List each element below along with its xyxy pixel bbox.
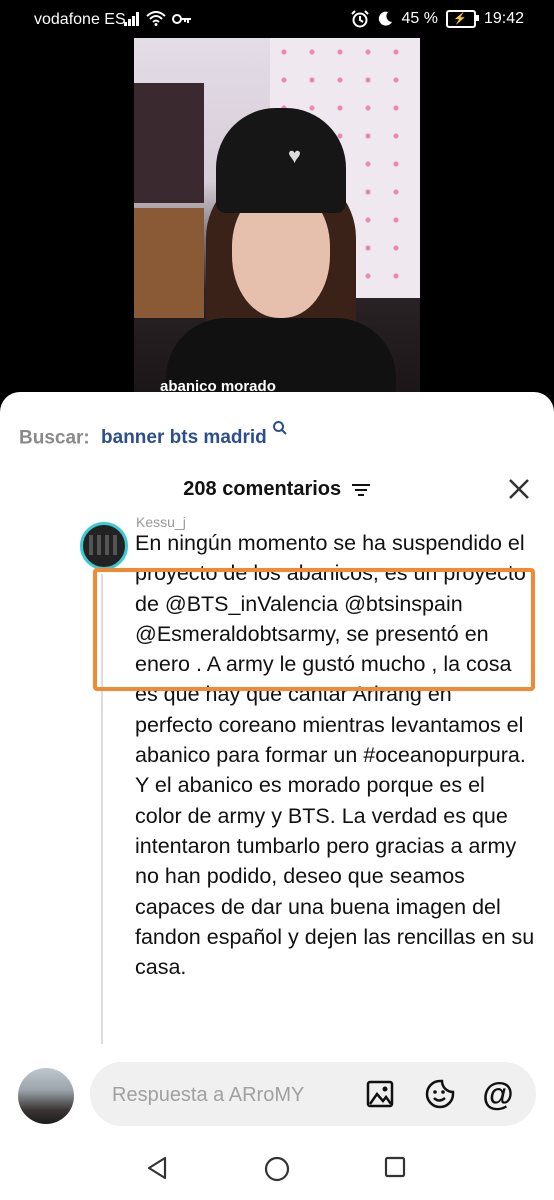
sticker-button[interactable]	[422, 1076, 458, 1112]
moon-icon	[379, 11, 393, 26]
recents-icon	[384, 1156, 406, 1178]
mention-button[interactable]: @	[480, 1076, 516, 1112]
reply-bar: @	[0, 1048, 554, 1140]
alarm-icon	[351, 10, 370, 28]
recents-button[interactable]	[384, 1156, 406, 1183]
battery-percent: 45 %	[401, 10, 438, 27]
carrier-name: vodafone ES	[34, 11, 126, 28]
commenter-avatar[interactable]	[80, 522, 128, 570]
status-bar: vodafone ES 45 % ⚡ 19:42	[0, 0, 554, 38]
user-avatar[interactable]	[18, 1068, 74, 1124]
system-nav-bar	[0, 1140, 554, 1200]
close-icon	[509, 479, 529, 499]
highlight-box	[93, 568, 535, 691]
video-preview[interactable]: ♥ abanico morado	[134, 38, 420, 398]
clock: 19:42	[483, 10, 524, 27]
person-figure: ♥	[166, 108, 396, 398]
battery-icon: ⚡	[445, 10, 479, 28]
comments-count: 208 comentarios	[183, 478, 342, 500]
key-icon	[172, 13, 191, 24]
home-button[interactable]	[264, 1156, 290, 1187]
back-icon	[147, 1156, 167, 1180]
filter-icon[interactable]	[351, 482, 371, 498]
reply-input[interactable]	[110, 1076, 344, 1114]
search-suggestion[interactable]: Buscar: banner bts madrid	[19, 420, 288, 449]
image-icon	[366, 1080, 394, 1108]
mention-icon: @	[482, 1075, 514, 1112]
signal-icon	[124, 11, 139, 26]
comments-header: 208 comentarios	[0, 478, 554, 501]
search-icon	[273, 421, 287, 435]
search-label: Buscar:	[19, 427, 90, 449]
sticker-icon	[425, 1079, 455, 1109]
back-button[interactable]	[146, 1156, 168, 1185]
search-query-link[interactable]: banner bts madrid	[101, 427, 267, 448]
reply-field[interactable]: @	[90, 1062, 536, 1126]
image-button[interactable]	[362, 1076, 398, 1112]
close-button[interactable]	[508, 476, 530, 506]
home-icon	[264, 1156, 290, 1182]
wifi-icon	[146, 11, 166, 26]
